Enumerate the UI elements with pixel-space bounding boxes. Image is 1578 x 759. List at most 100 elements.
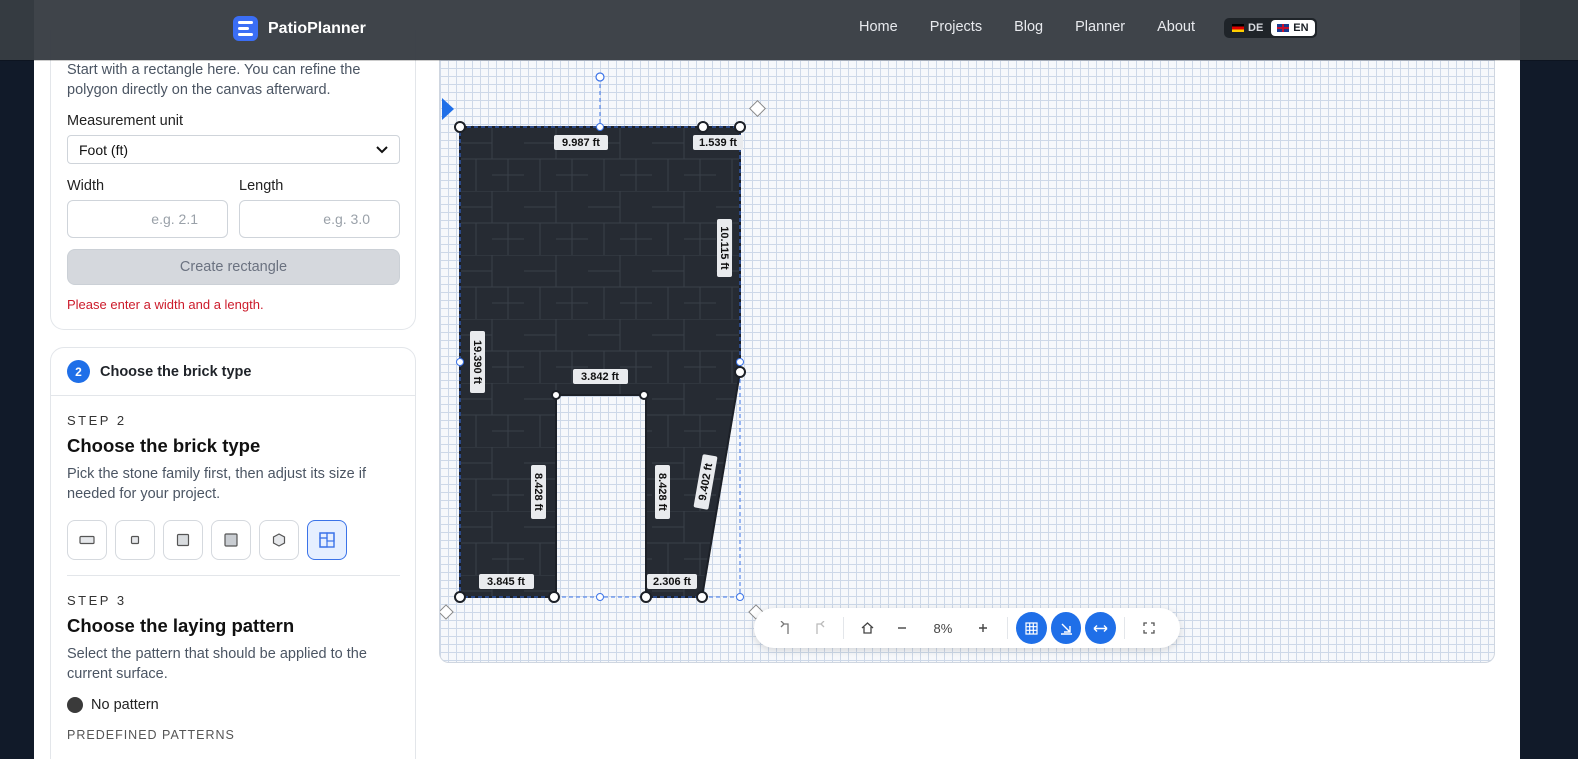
brand[interactable]: PatioPlanner	[233, 16, 366, 41]
undo-button[interactable]	[768, 614, 803, 642]
step2-panel: 2 Choose the brick type STEP 2 Choose th…	[50, 347, 416, 759]
brand-logo-icon	[233, 16, 258, 41]
redo-button[interactable]	[803, 614, 838, 642]
start-marker-icon	[442, 98, 454, 120]
step2-title: Choose the brick type	[67, 435, 261, 456]
brand-name: PatioPlanner	[268, 19, 366, 37]
nav-link-about[interactable]: About	[1157, 19, 1195, 35]
toolbar-separator	[843, 617, 845, 639]
predefined-patterns-heading: PREDEFINED PATTERNS	[67, 728, 235, 742]
step-number-badge: 2	[67, 360, 90, 383]
square-brick-icon	[176, 533, 190, 547]
step3-eyebrow: STEP 3	[67, 593, 127, 608]
snap-toggle-button[interactable]	[1050, 612, 1082, 644]
page-backdrop-right	[1520, 0, 1578, 759]
plus-icon	[979, 624, 988, 632]
language-switcher: DE EN	[1224, 18, 1317, 38]
width-input[interactable]: e.g. 2.1	[67, 200, 228, 238]
patio-surface[interactable]	[459, 126, 741, 598]
fullscreen-icon	[1142, 622, 1155, 634]
brick-option-rectangle[interactable]	[67, 520, 107, 560]
nav-link-blog[interactable]: Blog	[1014, 19, 1043, 35]
create-rectangle-button[interactable]: Create rectangle	[67, 249, 400, 285]
resize-handle-right[interactable]	[736, 358, 744, 366]
brick-option-hexagon[interactable]	[259, 520, 299, 560]
nav-link-home[interactable]: Home	[859, 19, 898, 35]
validation-error: Please enter a width and a length.	[67, 297, 264, 312]
toolbar-separator	[1124, 617, 1126, 639]
step2-header-title: Choose the brick type	[100, 363, 252, 380]
brick-option-square[interactable]	[163, 520, 203, 560]
edge-label-right: 10.115 ft	[718, 226, 730, 270]
planner-canvas[interactable]: 9.987 ft 1.539 ft 10.115 ft 19.390 ft 3.…	[439, 60, 1495, 663]
brick-option-small-square[interactable]	[115, 520, 155, 560]
resize-handle-bottom[interactable]	[596, 593, 604, 601]
redo-icon	[816, 621, 825, 634]
grid-icon	[1025, 621, 1038, 635]
unit-select[interactable]: Foot (ft)	[67, 135, 400, 164]
snap-arrow-icon	[1060, 623, 1072, 635]
brick-type-options	[67, 520, 347, 560]
large-square-brick-icon	[224, 533, 238, 547]
corner-diamond-bottom-left[interactable]	[440, 604, 454, 620]
lang-option-de[interactable]: DE	[1226, 20, 1269, 36]
mixed-format-brick-icon	[319, 532, 335, 548]
brick-option-large-square[interactable]	[211, 520, 251, 560]
corner-diamond-top-right[interactable]	[749, 100, 766, 117]
nav-link-projects[interactable]: Projects	[930, 19, 982, 35]
width-label: Width	[67, 178, 105, 194]
lang-en-label: EN	[1293, 22, 1309, 34]
step1-panel: Start with a rectangle here. You can ref…	[50, 30, 416, 330]
length-input[interactable]: e.g. 3.0	[239, 200, 400, 238]
undo-icon	[780, 621, 789, 634]
edge-label-top-right: 1.539 ft	[699, 137, 737, 149]
step3-desc: Select the pattern that should be applie…	[67, 646, 367, 682]
nav-link-planner[interactable]: Planner	[1075, 19, 1125, 35]
zoom-level: 8%	[933, 620, 953, 636]
edge-label-inner-top: 3.842 ft	[581, 371, 619, 383]
radio-selected-icon	[67, 697, 83, 713]
edge-label-bottom-right: 2.306 ft	[653, 576, 691, 588]
length-label: Length	[239, 178, 284, 194]
hexagon-brick-icon	[272, 533, 286, 547]
uk-flag-icon	[1277, 24, 1290, 32]
edge-label-bottom-left: 3.845 ft	[487, 576, 525, 588]
small-square-brick-icon	[130, 535, 140, 545]
lang-de-label: DE	[1248, 22, 1264, 34]
fullscreen-button[interactable]	[1131, 614, 1166, 642]
step2-eyebrow: STEP 2	[67, 413, 127, 428]
no-pattern-label: No pattern	[91, 697, 159, 713]
toolbar-separator	[1006, 617, 1008, 639]
resize-handle-top[interactable]	[596, 123, 604, 131]
step2-header[interactable]: 2 Choose the brick type	[51, 348, 415, 396]
zoom-in-button[interactable]	[966, 614, 1001, 642]
no-pattern-option[interactable]: No pattern	[67, 697, 159, 713]
chevron-down-icon	[376, 145, 388, 153]
rectangle-brick-icon	[79, 535, 95, 545]
page-backdrop-left	[0, 0, 34, 759]
unit-select-value: Foot (ft)	[79, 141, 129, 158]
unit-label: Measurement unit	[67, 113, 184, 129]
measure-arrows-icon	[1093, 624, 1108, 632]
step2-desc: Pick the stone family first, then adjust…	[67, 466, 366, 502]
canvas-toolbar: 8%	[754, 608, 1180, 648]
zoom-out-button[interactable]	[885, 614, 920, 642]
german-flag-icon	[1232, 24, 1244, 32]
top-navbar: PatioPlanner Home Projects Blog Planner …	[0, 0, 1578, 60]
resize-handle-bottom-right[interactable]	[736, 593, 744, 601]
edge-label-left: 19.390 ft	[471, 340, 483, 384]
section-divider	[67, 575, 400, 576]
measure-toggle-button[interactable]	[1085, 612, 1117, 644]
brick-option-mixed[interactable]	[307, 520, 347, 560]
grid-toggle-button[interactable]	[1015, 612, 1047, 644]
resize-handle-left[interactable]	[456, 358, 464, 366]
edge-label-top: 9.987 ft	[562, 137, 600, 149]
rotate-handle[interactable]	[595, 72, 605, 82]
lang-option-en[interactable]: EN	[1271, 20, 1315, 36]
home-view-button[interactable]	[850, 614, 885, 642]
step3-title: Choose the laying pattern	[67, 615, 295, 636]
step1-intro: Start with a rectangle here. You can ref…	[67, 62, 361, 98]
edge-label-inner-right: 8.428 ft	[656, 473, 668, 511]
edge-label-inner-left: 8.428 ft	[532, 473, 544, 511]
canvas-drawing: 9.987 ft 1.539 ft 10.115 ft 19.390 ft 3.…	[440, 72, 766, 620]
